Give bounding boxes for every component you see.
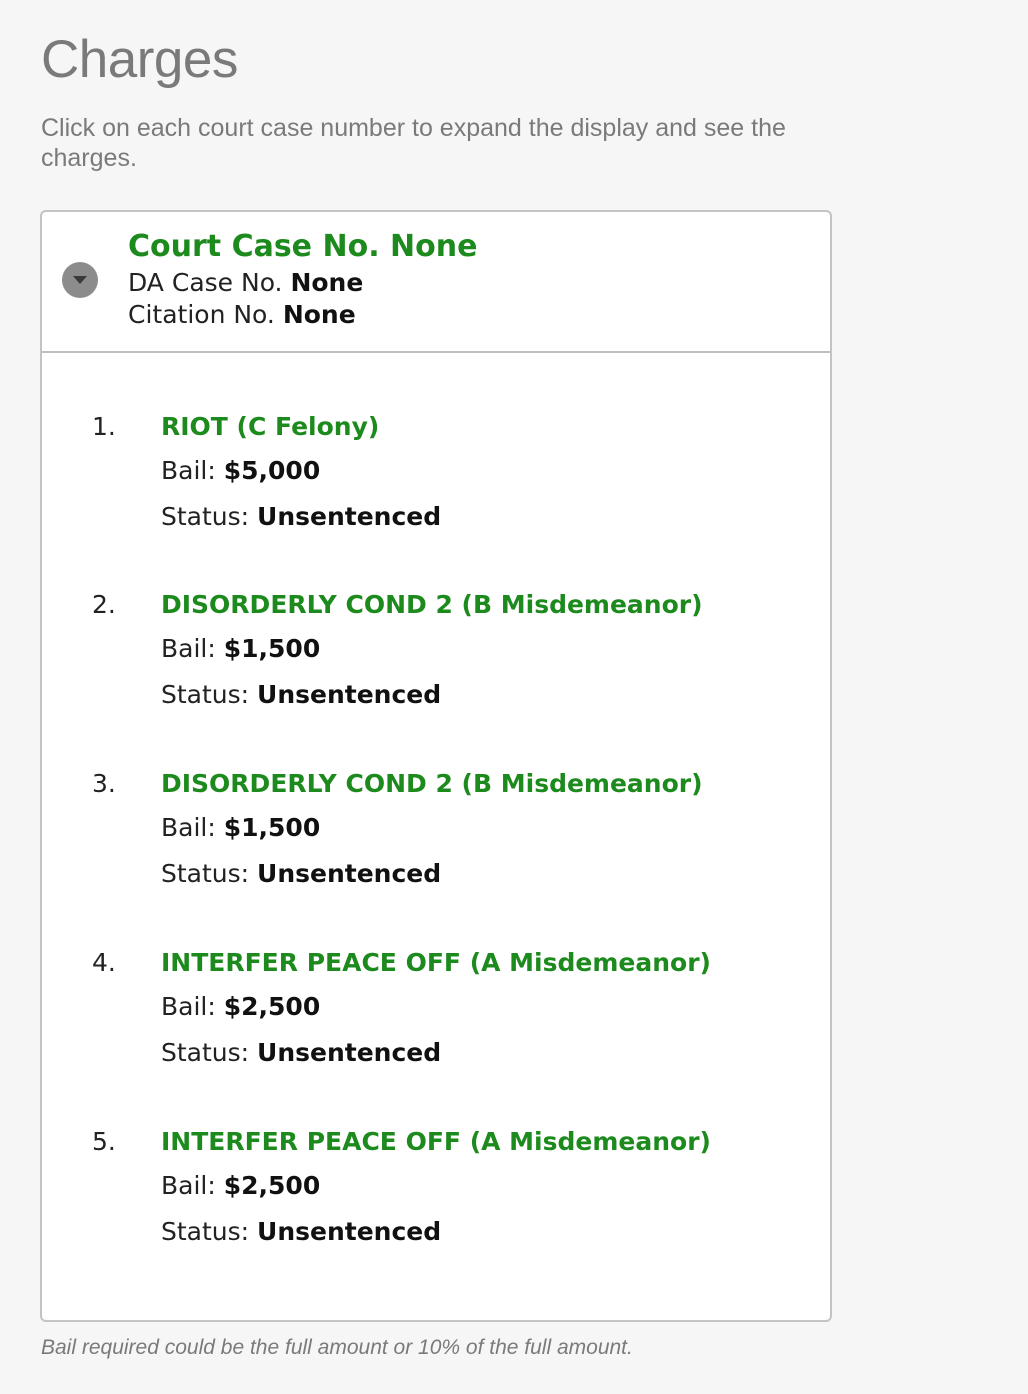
charge-bail: Bail: $2,500	[161, 991, 320, 1023]
status-value: Unsentenced	[257, 859, 442, 888]
bail-value: $5,000	[223, 456, 321, 485]
bail-value: $2,500	[223, 1171, 321, 1200]
bail-label: Bail:	[161, 456, 216, 485]
charge-bail: Bail: $2,500	[161, 1170, 320, 1202]
charge-name: DISORDERLY COND 2 (B Misdemeanor)	[161, 590, 703, 619]
charge-number: 5.	[92, 1127, 116, 1156]
bail-value: $2,500	[223, 992, 321, 1021]
bail-value: $1,500	[223, 813, 321, 842]
status-value: Unsentenced	[257, 1217, 442, 1246]
charge-bail: Bail: $1,500	[161, 633, 320, 665]
charge-status: Status: Unsentenced	[161, 1216, 441, 1248]
charge-status: Status: Unsentenced	[161, 1037, 441, 1069]
citation-label: Citation No.	[128, 300, 275, 329]
bail-label: Bail:	[161, 634, 216, 663]
status-label: Status:	[161, 859, 250, 888]
charge-number: 2.	[92, 590, 116, 619]
chevron-down-icon[interactable]	[62, 262, 98, 298]
charge-name: INTERFER PEACE OFF (A Misdemeanor)	[161, 948, 711, 977]
charge-name: INTERFER PEACE OFF (A Misdemeanor)	[161, 1127, 711, 1156]
citation-number: Citation No. None	[128, 299, 356, 331]
intro-text: Click on each court case number to expan…	[41, 114, 786, 172]
charge-item: 1. RIOT (C Felony) Bail: $5,000 Status: …	[42, 411, 830, 561]
charge-status: Status: Unsentenced	[161, 501, 441, 533]
charge-number: 1.	[92, 412, 116, 441]
charge-item: 4. INTERFER PEACE OFF (A Misdemeanor) Ba…	[42, 947, 830, 1097]
bail-value: $1,500	[223, 634, 321, 663]
charge-status: Status: Unsentenced	[161, 679, 441, 711]
da-case-value: None	[290, 268, 364, 297]
status-label: Status:	[161, 1217, 250, 1246]
charge-bail: Bail: $5,000	[161, 455, 320, 487]
status-value: Unsentenced	[257, 502, 442, 531]
charge-number: 3.	[92, 769, 116, 798]
charge-bail: Bail: $1,500	[161, 812, 320, 844]
charge-item: 2. DISORDERLY COND 2 (B Misdemeanor) Bai…	[42, 589, 830, 739]
court-case-number-link[interactable]: Court Case No. None	[128, 228, 477, 266]
court-case-panel: Court Case No. None DA Case No. None Cit…	[40, 210, 832, 1322]
court-case-header[interactable]: Court Case No. None DA Case No. None Cit…	[42, 212, 830, 353]
charge-item: 3. DISORDERLY COND 2 (B Misdemeanor) Bai…	[42, 768, 830, 918]
da-case-label: DA Case No.	[128, 268, 283, 297]
charge-name: DISORDERLY COND 2 (B Misdemeanor)	[161, 769, 703, 798]
citation-value: None	[282, 300, 356, 329]
status-value: Unsentenced	[257, 680, 442, 709]
charge-name: RIOT (C Felony)	[161, 412, 380, 441]
status-label: Status:	[161, 680, 250, 709]
status-label: Status:	[161, 502, 250, 531]
charge-status: Status: Unsentenced	[161, 858, 441, 890]
charge-number: 4.	[92, 948, 116, 977]
charge-item: 5. INTERFER PEACE OFF (A Misdemeanor) Ba…	[42, 1126, 830, 1276]
bail-label: Bail:	[161, 1171, 216, 1200]
page-title: Charges	[41, 30, 238, 89]
bail-label: Bail:	[161, 813, 216, 842]
bail-footnote: Bail required could be the full amount o…	[41, 1336, 633, 1359]
da-case-number: DA Case No. None	[128, 267, 363, 299]
bail-label: Bail:	[161, 992, 216, 1021]
status-label: Status:	[161, 1038, 250, 1067]
status-value: Unsentenced	[257, 1038, 442, 1067]
